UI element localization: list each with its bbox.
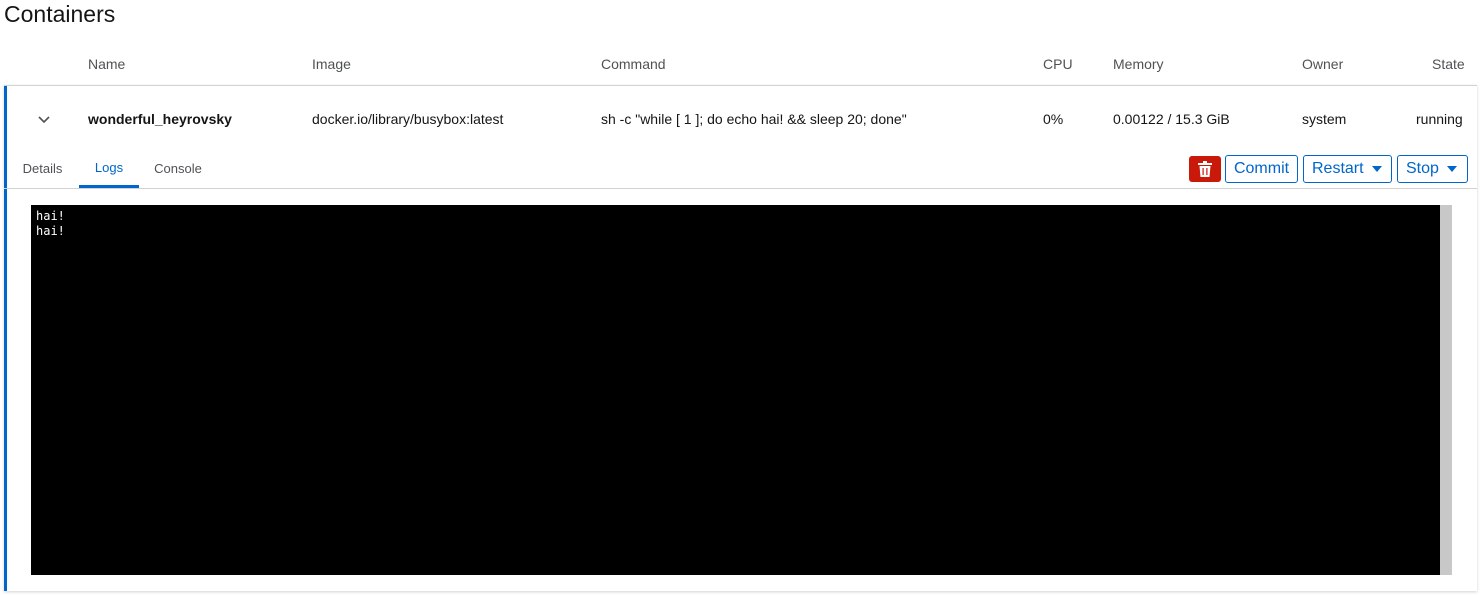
column-header-cpu: CPU bbox=[1043, 56, 1073, 72]
logs-terminal[interactable]: hai! hai! bbox=[31, 205, 1440, 575]
column-header-owner: Owner bbox=[1302, 56, 1344, 72]
column-header-name: Name bbox=[88, 56, 126, 72]
restart-dropdown-button[interactable]: Restart bbox=[1303, 155, 1392, 183]
commit-button[interactable]: Commit bbox=[1225, 155, 1298, 183]
log-line: hai! bbox=[36, 224, 65, 238]
tab-logs[interactable]: Logs bbox=[79, 150, 139, 188]
column-header-image: Image bbox=[312, 56, 351, 72]
container-owner: system bbox=[1302, 111, 1347, 127]
caret-down-icon bbox=[1446, 166, 1457, 172]
caret-down-icon bbox=[1371, 166, 1382, 172]
trash-icon bbox=[1198, 161, 1212, 177]
commit-button-label: Commit bbox=[1233, 160, 1290, 177]
container-row: wonderful_heyrovsky docker.io/library/bu… bbox=[4, 85, 1477, 591]
page-title: Containers bbox=[4, 1, 116, 27]
tab-details[interactable]: Details bbox=[19, 150, 66, 186]
restart-button-label: Restart bbox=[1312, 160, 1364, 177]
container-command: sh -c "while [ 1 ]; do echo hai! && slee… bbox=[601, 111, 907, 127]
container-state: running bbox=[1416, 111, 1463, 127]
delete-button[interactable] bbox=[1189, 156, 1221, 182]
table-row[interactable]: wonderful_heyrovsky docker.io/library/bu… bbox=[4, 86, 1477, 150]
log-lines: hai! hai! bbox=[36, 209, 65, 239]
column-header-memory: Memory bbox=[1113, 56, 1164, 72]
row-expand-toggle[interactable] bbox=[32, 108, 56, 132]
log-line: hai! bbox=[36, 209, 65, 223]
stop-dropdown-button[interactable]: Stop bbox=[1397, 155, 1468, 183]
container-name: wonderful_heyrovsky bbox=[88, 111, 232, 127]
chevron-down-icon bbox=[38, 116, 50, 124]
container-image: docker.io/library/busybox:latest bbox=[312, 111, 504, 127]
container-cpu: 0% bbox=[1043, 111, 1064, 127]
terminal-scrollbar[interactable] bbox=[1440, 205, 1452, 575]
tab-console[interactable]: Console bbox=[152, 150, 204, 186]
table-header: Name Image Command CPU Memory Owner Stat… bbox=[0, 50, 1482, 76]
stop-button-label: Stop bbox=[1406, 160, 1439, 177]
container-memory: 0.00122 / 15.3 GiB bbox=[1113, 111, 1230, 127]
column-header-state: State bbox=[1432, 56, 1465, 72]
column-header-command: Command bbox=[601, 56, 666, 72]
